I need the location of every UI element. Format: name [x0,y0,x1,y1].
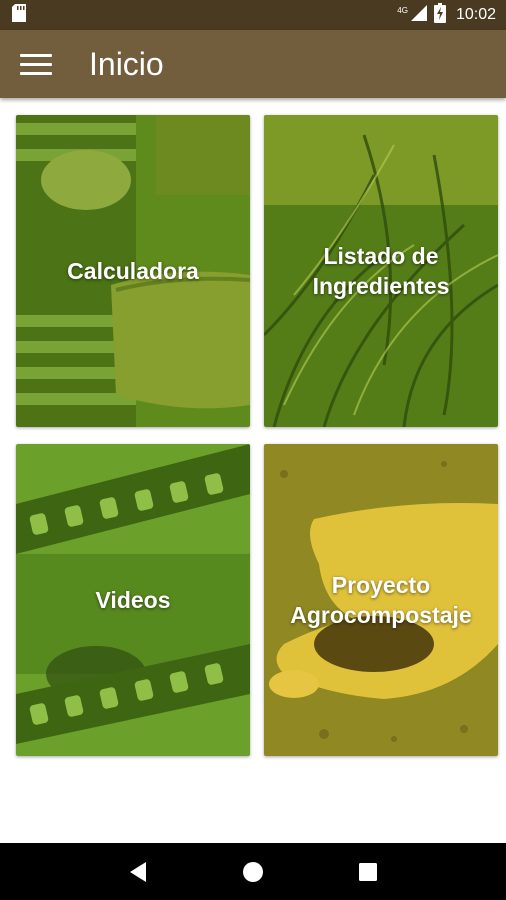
battery-icon [433,3,446,27]
recents-icon[interactable] [348,852,388,892]
card-label: Proyecto Agrocompostaje [290,572,472,628]
status-bar: 4G 10:02 [0,0,506,30]
navigation-bar [0,843,506,900]
card-label: Videos [95,587,171,613]
status-time: 10:02 [455,6,496,23]
card-grid: Calculadora Listado de Ingredientes Vide… [16,115,498,756]
card-label: Listado de Ingredientes [312,243,450,299]
card-proyecto-agrocompostaje[interactable]: Proyecto Agrocompostaje [264,444,498,756]
app-bar: Inicio [0,30,506,98]
sd-card-icon [12,4,26,26]
hamburger-menu-icon[interactable] [20,44,60,84]
card-videos[interactable]: Videos [16,444,250,756]
card-calculadora[interactable]: Calculadora [16,115,250,427]
back-icon[interactable] [118,852,158,892]
network-type: 4G [397,5,408,15]
signal-icon [410,4,428,26]
card-listado-ingredientes[interactable]: Listado de Ingredientes [264,115,498,427]
page-title: Inicio [89,45,164,82]
home-icon[interactable] [233,852,273,892]
card-label: Calculadora [67,258,199,284]
